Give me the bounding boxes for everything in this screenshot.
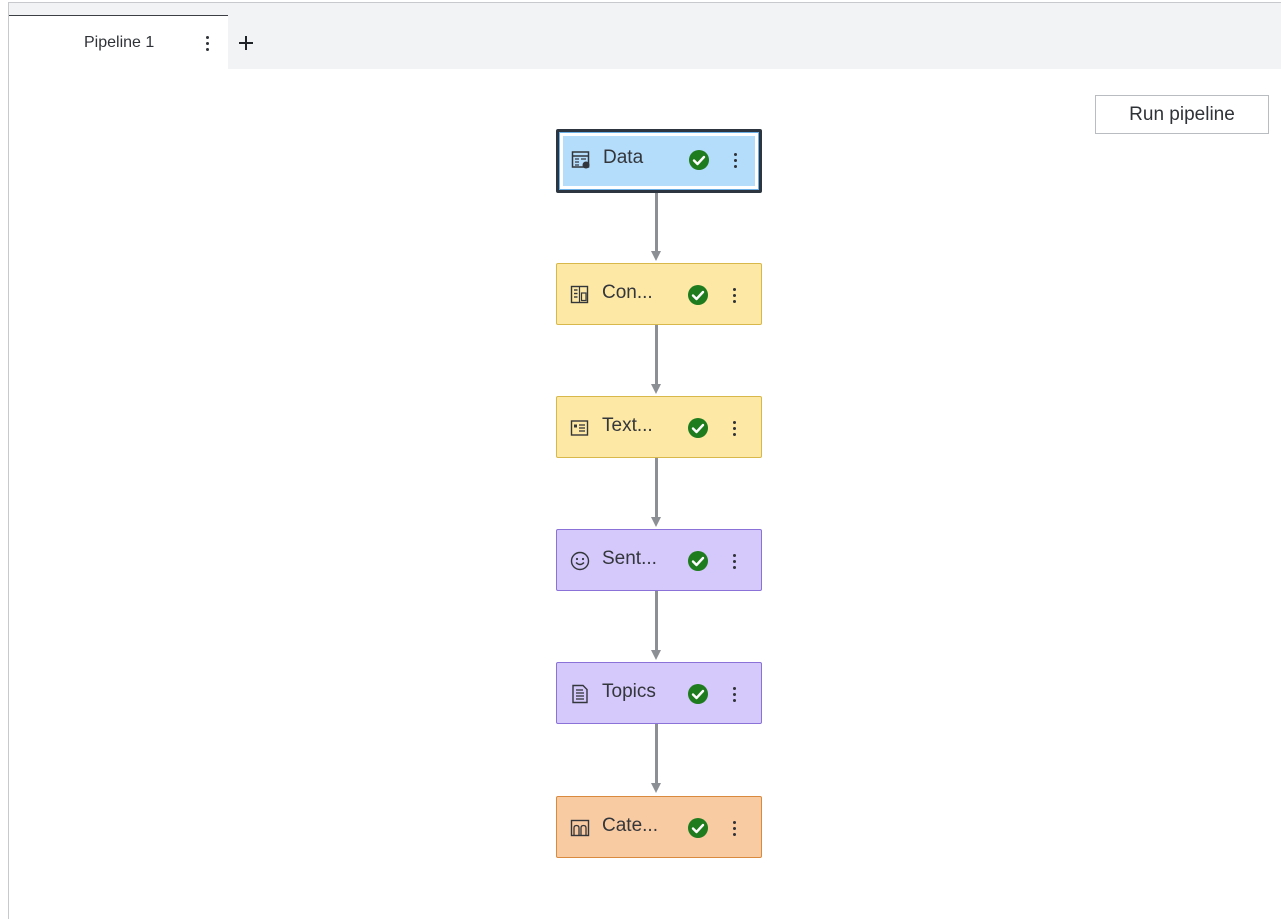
pipeline-node-text-parsing[interactable]: Text... xyxy=(556,396,762,458)
status-complete-check-icon xyxy=(688,285,708,305)
text-parsing-icon xyxy=(570,420,589,436)
node-more-options-icon[interactable] xyxy=(729,148,741,172)
node-label: Data xyxy=(603,147,644,168)
status-complete-check-icon xyxy=(688,684,708,704)
edge-topics-to-categories xyxy=(655,724,658,787)
categories-icon xyxy=(570,819,590,837)
node-more-options-icon[interactable] xyxy=(728,416,740,440)
add-tab-plus-icon[interactable] xyxy=(235,32,257,54)
node-label: Sent... xyxy=(602,548,657,569)
edge-arrowhead xyxy=(651,384,661,394)
tab-more-options-icon[interactable] xyxy=(201,32,213,54)
pipeline-node-concepts[interactable]: Con... xyxy=(556,263,762,325)
status-complete-check-icon xyxy=(688,551,708,571)
edge-arrowhead xyxy=(651,517,661,527)
node-label: Topics xyxy=(602,681,656,702)
status-complete-check-icon xyxy=(688,418,708,438)
smiley-icon xyxy=(570,551,590,571)
status-complete-check-icon xyxy=(689,150,709,170)
document-lines-icon xyxy=(572,684,588,704)
concepts-icon xyxy=(570,285,589,304)
edge-concepts-to-text xyxy=(655,325,658,388)
node-more-options-icon[interactable] xyxy=(728,816,740,840)
edge-text-to-sentiment xyxy=(655,458,658,521)
node-label: Text... xyxy=(602,415,653,436)
pipeline-node-topics[interactable]: Topics xyxy=(556,662,762,724)
tab-label: Pipeline 1 xyxy=(84,34,155,51)
edge-arrowhead xyxy=(651,783,661,793)
app-window: Pipeline 1 Run pipeline Data Con... Text… xyxy=(0,0,1281,919)
pipeline-node-data[interactable]: Data xyxy=(556,129,762,193)
pipeline-node-categories[interactable]: Cate... xyxy=(556,796,762,858)
edge-arrowhead xyxy=(651,251,661,261)
pipeline-node-sentiment[interactable]: Sent... xyxy=(556,529,762,591)
edge-data-to-concepts xyxy=(655,193,658,255)
data-table-icon xyxy=(571,151,590,169)
node-label: Cate... xyxy=(602,815,658,836)
node-more-options-icon[interactable] xyxy=(728,283,740,307)
edge-sentiment-to-topics xyxy=(655,591,658,654)
node-more-options-icon[interactable] xyxy=(728,549,740,573)
edge-arrowhead xyxy=(651,650,661,660)
node-more-options-icon[interactable] xyxy=(728,682,740,706)
pipeline-canvas: Data Con... Text... Sent... Topics Cate.… xyxy=(9,69,1281,919)
tab-pipeline-1[interactable]: Pipeline 1 xyxy=(9,15,228,69)
node-label: Con... xyxy=(602,282,653,303)
status-complete-check-icon xyxy=(688,818,708,838)
tab-bar: Pipeline 1 xyxy=(9,3,1281,69)
